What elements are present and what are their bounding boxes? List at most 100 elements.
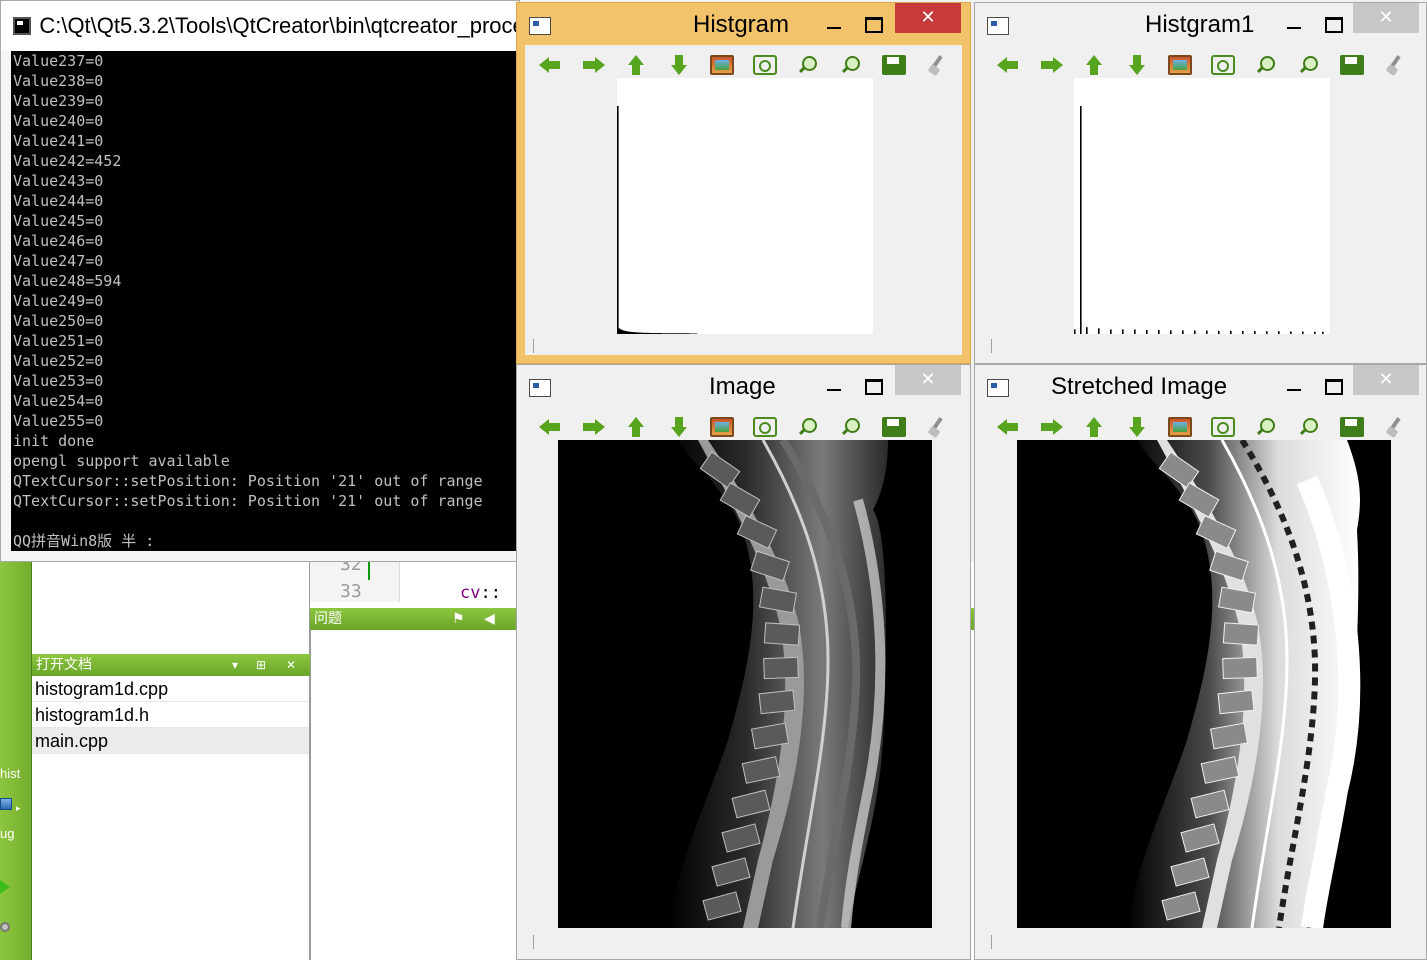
issues-title: 问题: [314, 611, 342, 627]
pan-down-icon[interactable]: [1125, 417, 1149, 437]
minimize-button[interactable]: [819, 9, 849, 39]
list-item[interactable]: histogram1d.h: [32, 702, 309, 728]
maximize-button[interactable]: [1317, 371, 1347, 401]
window-titlebar[interactable]: Histgram1 ✕: [975, 3, 1426, 45]
zoom-out-icon[interactable]: [839, 417, 863, 437]
console-line: Value244=0: [13, 192, 104, 210]
properties-icon[interactable]: [925, 55, 949, 75]
window-titlebar[interactable]: Histgram ✕: [517, 3, 970, 45]
monitor-icon[interactable]: [0, 798, 12, 810]
list-item[interactable]: histogram1d.cpp: [32, 676, 309, 702]
pan-right-icon[interactable]: [581, 417, 605, 437]
histogram-bar: [1322, 331, 1324, 334]
pan-right-icon[interactable]: [1039, 417, 1063, 437]
zoom-fit-icon[interactable]: [1211, 417, 1235, 437]
image-window[interactable]: Image ✕: [516, 364, 971, 960]
zoom-original-icon[interactable]: [710, 417, 734, 437]
code-line[interactable]: cv::: [460, 583, 501, 603]
maximize-button[interactable]: [857, 9, 887, 39]
split-pane-icon[interactable]: ⊞: [256, 654, 266, 676]
maximize-button[interactable]: [1317, 9, 1347, 39]
window-titlebar[interactable]: Image ✕: [517, 365, 970, 407]
dropdown-arrow-icon[interactable]: ▾: [232, 654, 238, 676]
save-icon[interactable]: [1340, 417, 1364, 437]
pan-up-icon[interactable]: [1082, 55, 1106, 75]
maximize-button[interactable]: [857, 371, 887, 401]
zoom-out-icon[interactable]: [839, 55, 863, 75]
close-pane-icon[interactable]: ✕: [286, 654, 296, 676]
mode-label-project[interactable]: hist: [0, 766, 32, 781]
list-item[interactable]: main.cpp: [32, 728, 309, 754]
pan-right-icon[interactable]: [1039, 55, 1063, 75]
pan-down-icon[interactable]: [667, 417, 691, 437]
run-icon[interactable]: [0, 880, 10, 894]
zoom-in-icon[interactable]: [1254, 417, 1278, 437]
console-line: Value246=0: [13, 232, 104, 250]
save-icon[interactable]: [882, 417, 906, 437]
zoom-out-icon[interactable]: [1297, 55, 1321, 75]
zoom-in-icon[interactable]: [796, 55, 820, 75]
console-window[interactable]: C:\Qt\Qt5.3.2\Tools\QtCreator\bin\qtcrea…: [0, 0, 521, 562]
pan-up-icon[interactable]: [624, 417, 648, 437]
pan-up-icon[interactable]: [1082, 417, 1106, 437]
previous-item-icon[interactable]: ◀: [484, 608, 495, 630]
window-app-icon: [529, 17, 551, 35]
zoom-original-icon[interactable]: [1168, 55, 1192, 75]
mri-image-view[interactable]: [558, 440, 932, 928]
histogram-bar: [1122, 329, 1124, 334]
properties-icon[interactable]: [1383, 55, 1407, 75]
console-title: C:\Qt\Qt5.3.2\Tools\QtCreator\bin\qtcrea…: [39, 13, 519, 38]
filter-icon[interactable]: ⚑: [452, 608, 465, 630]
properties-icon[interactable]: [1383, 417, 1407, 437]
window-client: [983, 407, 1418, 951]
open-documents-list: histogram1d.cpp histogram1d.h main.cpp: [32, 676, 310, 960]
histogram-view[interactable]: [617, 78, 873, 334]
line-number: 33: [340, 581, 362, 602]
console-line: Value239=0: [13, 92, 104, 110]
console-titlebar[interactable]: C:\Qt\Qt5.3.2\Tools\QtCreator\bin\qtcrea…: [1, 1, 519, 51]
zoom-original-icon[interactable]: [1168, 417, 1192, 437]
console-line: Value255=0: [13, 412, 104, 430]
save-icon[interactable]: [1340, 55, 1364, 75]
zoom-in-icon[interactable]: [796, 417, 820, 437]
stretched-image-view[interactable]: [1017, 440, 1391, 928]
zoom-fit-icon[interactable]: [753, 417, 777, 437]
console-line: Value241=0: [13, 132, 104, 150]
histogram-bar: [1194, 330, 1196, 334]
minimize-button[interactable]: [819, 371, 849, 401]
minimize-button[interactable]: [1279, 371, 1309, 401]
pan-right-icon[interactable]: [581, 55, 605, 75]
debug-run-icon[interactable]: [0, 922, 10, 932]
target-selector-arrow-icon[interactable]: ▸: [16, 804, 21, 814]
zoom-out-icon[interactable]: [1297, 417, 1321, 437]
minimize-button[interactable]: [1279, 9, 1309, 39]
close-button[interactable]: ✕: [1353, 365, 1419, 395]
pan-down-icon[interactable]: [1125, 55, 1149, 75]
pan-left-icon[interactable]: [997, 417, 1021, 437]
pan-left-icon[interactable]: [539, 55, 563, 75]
mode-label-debug[interactable]: ug: [0, 826, 32, 841]
zoom-original-icon[interactable]: [710, 55, 734, 75]
properties-icon[interactable]: [925, 417, 949, 437]
histogram1-view[interactable]: [1074, 78, 1330, 334]
save-icon[interactable]: [882, 55, 906, 75]
pan-left-icon[interactable]: [539, 417, 563, 437]
pan-up-icon[interactable]: [624, 55, 648, 75]
pan-down-icon[interactable]: [667, 55, 691, 75]
console-line: opengl support available: [13, 452, 230, 470]
console-output: Value237=0 Value238=0 Value239=0 Value240=0…: [11, 51, 521, 551]
histgram-window[interactable]: Histgram ✕: [516, 2, 971, 364]
close-button[interactable]: ✕: [895, 365, 961, 395]
close-button[interactable]: ✕: [1353, 3, 1419, 33]
zoom-fit-icon[interactable]: [1211, 55, 1235, 75]
window-titlebar[interactable]: Stretched Image ✕: [975, 365, 1426, 407]
zoom-fit-icon[interactable]: [753, 55, 777, 75]
close-button[interactable]: ✕: [895, 3, 961, 33]
histgram1-window[interactable]: Histgram1 ✕: [974, 2, 1427, 364]
stretched-image-window[interactable]: Stretched Image ✕: [974, 364, 1427, 960]
zoom-in-icon[interactable]: [1254, 55, 1278, 75]
histogram-bar: [1290, 331, 1292, 334]
pan-left-icon[interactable]: [997, 55, 1021, 75]
window-client: [983, 45, 1418, 355]
histogram-bar: [1158, 329, 1160, 334]
